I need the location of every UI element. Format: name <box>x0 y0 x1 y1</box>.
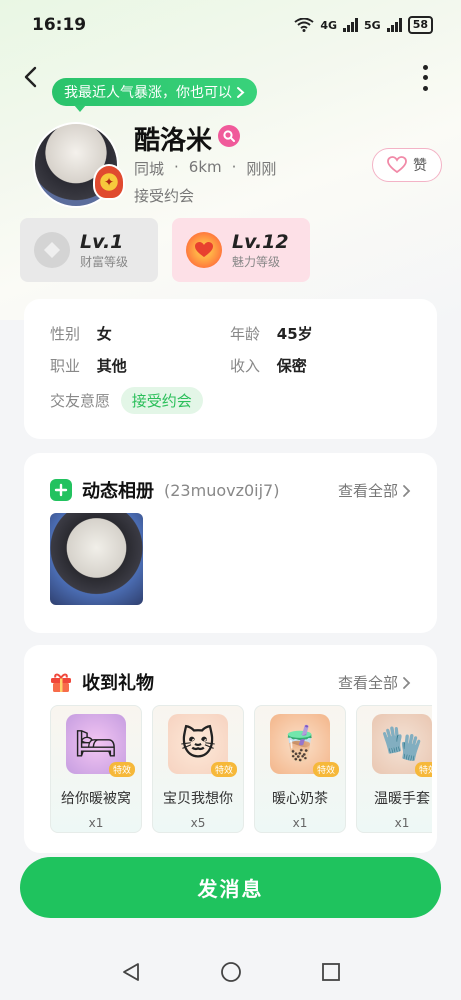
heart-icon <box>387 156 407 174</box>
more-dot-icon <box>422 86 428 92</box>
system-nav-bar <box>0 944 461 1000</box>
charm-level-value: Lv.12 <box>232 230 289 253</box>
back-button[interactable] <box>16 62 44 92</box>
income-row: 收入 保密 <box>230 355 307 376</box>
job-key: 职业 <box>50 357 81 375</box>
gift-item[interactable]: 🛏 特效 给你暖被窝 x1 <box>50 705 142 833</box>
like-label: 赞 <box>413 158 427 174</box>
meta-separator: · <box>231 158 237 176</box>
album-header: 动态相册 (23muovz0ij7) <box>50 477 279 503</box>
signal-icon-2 <box>386 18 402 32</box>
status-bar: 16:19 4G 5G 58 <box>0 0 461 50</box>
clock: 16:19 <box>32 15 87 35</box>
gift-tag: 特效 <box>108 762 135 777</box>
gift-name: 宝贝我想你 <box>163 791 233 807</box>
back-arrow-icon <box>24 66 37 88</box>
age-value: 45岁 <box>276 325 313 343</box>
meta-distance: 6km <box>188 158 222 176</box>
like-button[interactable]: 赞 <box>372 148 442 182</box>
signal-icon-1 <box>343 18 358 32</box>
gift-tag: 特效 <box>210 762 237 777</box>
meta-city: 同城 <box>134 160 165 178</box>
chevron-right-icon <box>237 86 245 98</box>
album-view-all[interactable]: 查看全部 <box>338 480 411 501</box>
job-row: 职业 其他 <box>50 355 127 376</box>
nickname: 酷洛米 <box>134 126 213 156</box>
job-value: 其他 <box>96 357 127 375</box>
network-label-1: 4G <box>320 18 337 32</box>
network-label-2: 5G <box>364 18 381 32</box>
income-value: 保密 <box>276 357 307 375</box>
more-dot-icon <box>422 75 428 81</box>
diamond-icon <box>34 232 70 268</box>
more-options-button[interactable] <box>415 62 435 94</box>
chevron-right-icon <box>403 484 411 497</box>
status-icons: 4G 5G 58 <box>294 16 433 34</box>
send-message-button[interactable]: 发消息 <box>20 857 441 918</box>
avatar-badge-icon: ✦ <box>93 164 125 200</box>
gifts-card: 收到礼物 查看全部 🛏 特效 给你暖被窝 x1 🐱 特效 宝贝我想你 x5 🧋 … <box>24 645 437 853</box>
album-photo[interactable] <box>50 513 143 605</box>
chevron-right-icon <box>403 676 411 689</box>
meta-online-time: 刚刚 <box>246 160 277 178</box>
gift-list: 🛏 特效 给你暖被窝 x1 🐱 特效 宝贝我想你 x5 🧋 特效 暖心奶茶 x1… <box>50 705 432 833</box>
wifi-icon <box>294 18 314 32</box>
popularity-tip[interactable]: 我最近人气暴涨，你也可以 <box>52 78 257 112</box>
charm-heart-icon <box>186 232 222 268</box>
meta-separator: · <box>174 158 179 176</box>
gender-row: 性别 女 <box>50 323 112 344</box>
gifts-view-all[interactable]: 查看全部 <box>338 672 411 693</box>
gift-count: x1 <box>394 816 410 830</box>
more-dot-icon <box>422 64 428 70</box>
wealth-level-label: 财富等级 <box>80 254 129 269</box>
gender-value: 女 <box>96 325 112 343</box>
nav-recents-icon[interactable] <box>320 961 342 983</box>
gift-item[interactable]: 🐱 特效 宝贝我想你 x5 <box>152 705 244 833</box>
popularity-tip-text: 我最近人气暴涨，你也可以 <box>64 85 232 101</box>
nav-home-icon[interactable] <box>220 961 242 983</box>
gift-count: x1 <box>88 816 104 830</box>
wealth-level-value: Lv.1 <box>80 230 124 253</box>
album-title: 动态相册 <box>82 481 154 502</box>
gift-item[interactable]: 🧋 特效 暖心奶茶 x1 <box>254 705 346 833</box>
gift-name: 温暖手套 <box>374 791 430 807</box>
gift-name: 暖心奶茶 <box>272 791 328 807</box>
profile-intent: 接受约会 <box>134 187 195 205</box>
gift-tag: 特效 <box>312 762 339 777</box>
gift-box-icon <box>51 673 71 692</box>
intent-tag: 接受约会 <box>120 387 203 414</box>
intent-row: 交友意愿 接受约会 <box>50 387 203 414</box>
profile-meta: 同城 · 6km · 刚刚 <box>134 158 276 179</box>
nav-back-icon[interactable] <box>120 961 142 983</box>
gifts-title: 收到礼物 <box>82 673 154 694</box>
gift-tag: 特效 <box>414 762 432 777</box>
album-view-all-label: 查看全部 <box>337 482 398 500</box>
income-key: 收入 <box>230 357 261 375</box>
intent-key: 交友意愿 <box>50 392 111 410</box>
gifts-header: 收到礼物 <box>50 669 154 695</box>
age-row: 年龄 45岁 <box>230 323 313 344</box>
wealth-level-card[interactable]: Lv.1 财富等级 <box>20 218 158 282</box>
charm-level-label: 魅力等级 <box>232 254 281 269</box>
gift-count: x1 <box>292 816 308 830</box>
gift-item[interactable]: 🧤 特效 温暖手套 x1 <box>356 705 432 833</box>
gift-count: x5 <box>190 816 206 830</box>
search-badge-icon <box>218 125 240 147</box>
gifts-view-all-label: 查看全部 <box>337 674 398 692</box>
album-id: (23muovz0ij7) <box>164 480 280 500</box>
gender-key: 性别 <box>50 325 81 343</box>
gift-name: 给你暖被窝 <box>61 791 131 807</box>
age-key: 年龄 <box>230 325 261 343</box>
album-card: 动态相册 (23muovz0ij7) 查看全部 <box>24 453 437 633</box>
basic-info-card: 性别 女 年龄 45岁 职业 其他 收入 保密 交友意愿 接受约会 <box>24 299 437 439</box>
battery-icon: 58 <box>407 16 433 34</box>
plus-icon <box>50 479 72 501</box>
charm-level-card[interactable]: Lv.12 魅力等级 <box>172 218 310 282</box>
